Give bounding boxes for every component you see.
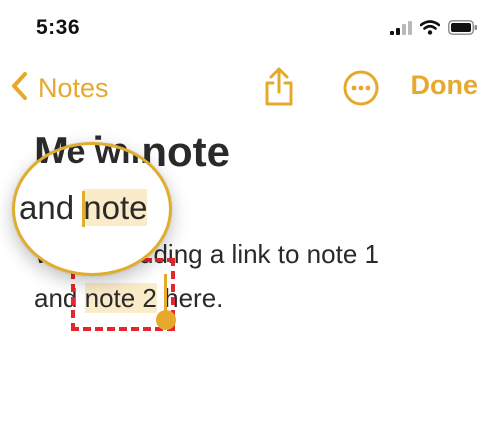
- battery-icon: [448, 20, 478, 40]
- magnifier-selected-text: note: [83, 189, 148, 226]
- magnifier-prefix: and: [19, 189, 84, 226]
- status-bar: 5:36: [0, 0, 500, 60]
- wifi-icon: [419, 20, 441, 40]
- text-magnifier: We will and note: [12, 142, 172, 276]
- navigation-bar: Notes Done: [0, 60, 500, 116]
- more-button[interactable]: [341, 68, 381, 108]
- status-time: 5:36: [36, 16, 81, 39]
- share-button[interactable]: [259, 66, 299, 108]
- status-icons: [390, 20, 478, 40]
- cellular-signal-icon: [390, 20, 412, 40]
- selection-end-caret: [164, 274, 167, 314]
- magnifier-selected: note: [82, 189, 148, 227]
- more-icon: [341, 70, 381, 112]
- magnifier-caret: [82, 191, 86, 227]
- done-button[interactable]: Done: [411, 70, 479, 101]
- share-icon: [259, 67, 299, 112]
- back-button[interactable]: Notes: [10, 68, 109, 108]
- back-button-label: Notes: [38, 72, 109, 103]
- chevron-left-icon: [10, 71, 30, 106]
- selection-end-handle[interactable]: [156, 310, 176, 330]
- magnifier-text: and note: [19, 189, 148, 227]
- magnifier-top-text: We will: [35, 142, 150, 171]
